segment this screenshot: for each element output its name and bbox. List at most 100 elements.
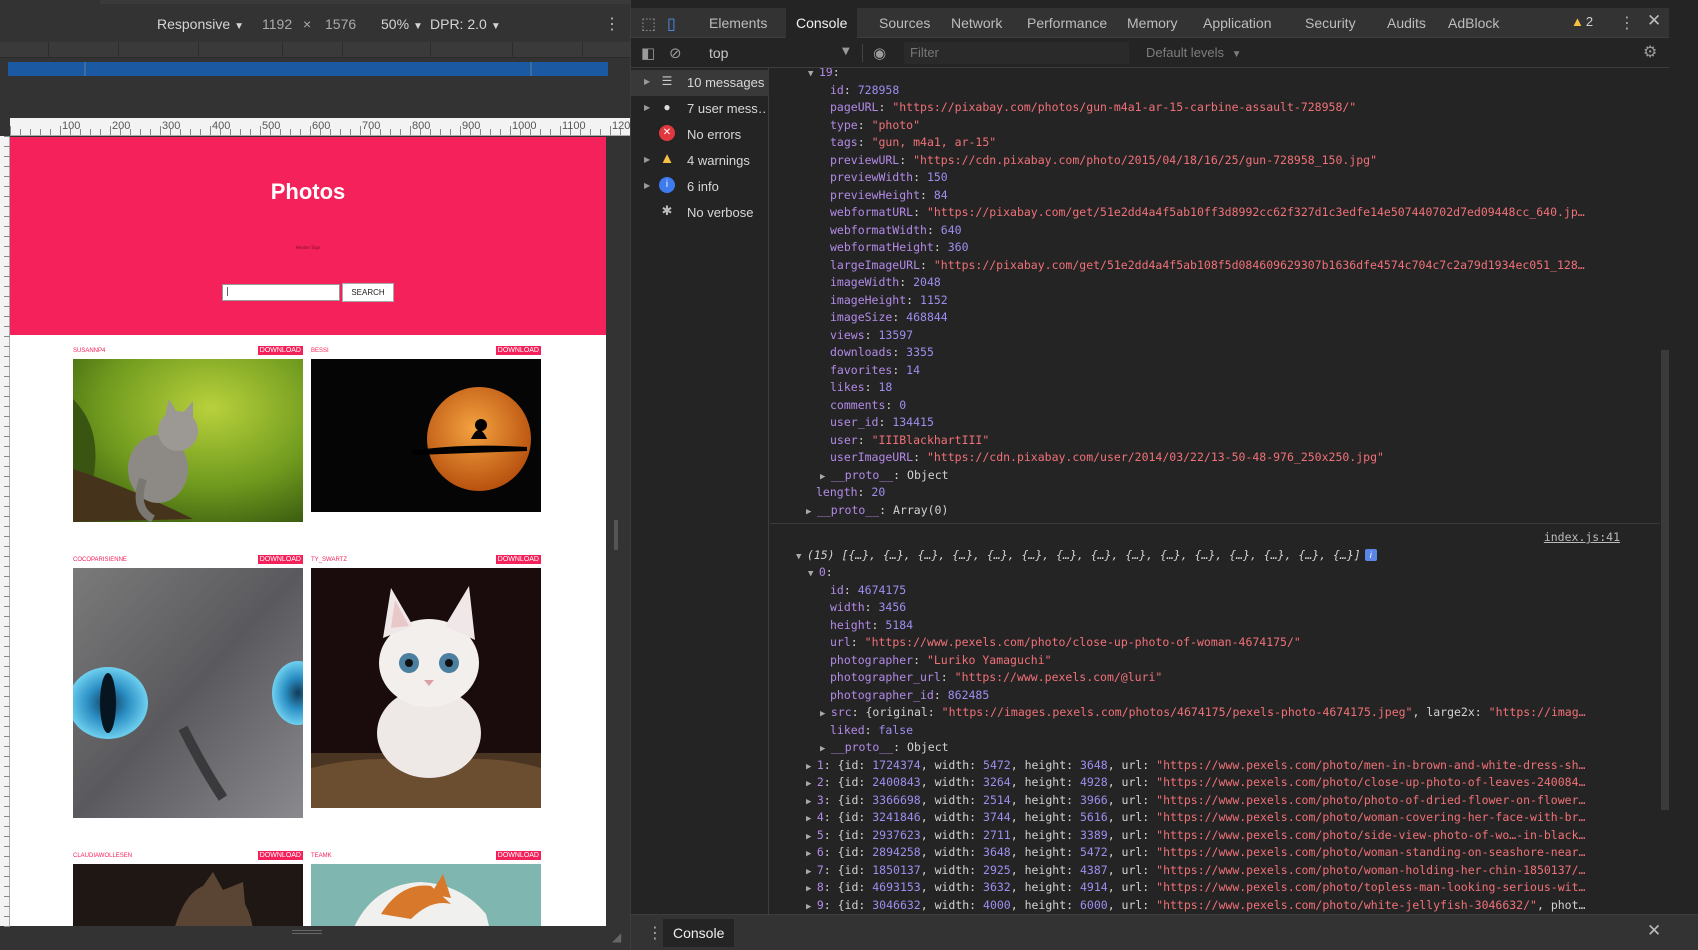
console-property-line[interactable]: ▶ __proto__: Object [770, 467, 1650, 484]
console-property-line[interactable]: user_id: 134415 [770, 414, 1650, 431]
tab-elements[interactable]: Elements [699, 8, 777, 38]
kitten-on-tree-image[interactable] [73, 359, 303, 522]
expand-arrow-icon[interactable]: ▶ [644, 77, 650, 86]
console-property-line[interactable]: imageWidth: 2048 [770, 274, 1650, 291]
console-property-line[interactable]: ▼ 0: [770, 564, 1650, 581]
console-array-item[interactable]: ▶ 6: {id: 2894258, width: 3648, height: … [770, 844, 1650, 861]
expand-arrow-icon[interactable]: ▶ [644, 155, 650, 164]
inspect-element-icon[interactable]: ⬚ [641, 14, 656, 33]
console-property-line[interactable]: ▶ __proto__: Object [770, 739, 1650, 756]
source-link[interactable]: index.js:41 [1544, 529, 1620, 546]
tab-sources[interactable]: Sources [869, 8, 940, 38]
tab-security[interactable]: Security [1295, 8, 1366, 38]
tab-application[interactable]: Application [1193, 8, 1282, 38]
drawer-menu-icon[interactable]: ⋮ [647, 923, 663, 942]
viewport-corner-resize-icon[interactable]: ◢ [612, 930, 621, 944]
dpr-select[interactable]: DPR: 2.0 ▼ [430, 16, 501, 32]
sidebar-item-info[interactable]: ▶ i 6 info [631, 174, 769, 200]
console-array-item[interactable]: ▶ 3: {id: 3366698, width: 2514, height: … [770, 792, 1650, 809]
console-property-line[interactable]: likes: 18 [770, 379, 1650, 396]
device-height-input[interactable]: 1576 [325, 16, 356, 32]
console-property-line[interactable]: imageHeight: 1152 [770, 292, 1650, 309]
warning-counter[interactable]: ▲ 2 [1571, 14, 1593, 29]
sidebar-item-messages[interactable]: ▶ ☰ 10 messages [631, 70, 769, 96]
console-property-line[interactable]: previewWidth: 150 [770, 169, 1650, 186]
download-button[interactable]: DOWNLOAD [495, 346, 541, 355]
tab-console[interactable]: Console [786, 8, 858, 38]
console-property-line[interactable]: photographer: "Luriko Yamaguchi" [770, 652, 1650, 669]
console-property-line[interactable]: views: 13597 [770, 327, 1650, 344]
console-array-item[interactable]: ▶ 2: {id: 2400843, width: 3264, height: … [770, 774, 1650, 791]
photo-author[interactable]: TEAMK [311, 853, 332, 859]
console-property-line[interactable]: pageURL: "https://pixabay.com/photos/gun… [770, 99, 1650, 116]
search-input[interactable]: | [222, 284, 340, 301]
console-property-line[interactable]: liked: false [770, 722, 1650, 739]
console-array-item[interactable]: ▶ 7: {id: 1850137, width: 2925, height: … [770, 862, 1650, 879]
device-mode-select[interactable]: Responsive ▼ [157, 16, 244, 32]
eye-icon[interactable]: ◉ [873, 44, 886, 62]
drawer-tab-console[interactable]: Console [663, 919, 735, 947]
settings-gear-icon[interactable]: ⚙ [1643, 42, 1657, 61]
context-selector[interactable]: top [709, 45, 728, 61]
console-property-line[interactable]: type: "photo" [770, 117, 1650, 134]
console-property-line[interactable]: ▼ 19: [770, 68, 1650, 81]
more-options-icon[interactable]: ⋮ [604, 14, 620, 34]
console-property-line[interactable]: tags: "gun, m4a1, ar-15" [770, 134, 1650, 151]
download-button[interactable]: DOWNLOAD [257, 346, 303, 355]
sidebar-toggle-icon[interactable]: ◧ [641, 44, 655, 62]
console-property-line[interactable]: userImageURL: "https://cdn.pixabay.com/u… [770, 449, 1650, 466]
console-property-line[interactable]: height: 5184 [770, 617, 1650, 634]
close-drawer-icon[interactable]: ✕ [1647, 921, 1661, 941]
media-query-bar-outer[interactable] [0, 42, 630, 58]
media-query-bar[interactable] [8, 62, 608, 76]
console-array-item[interactable]: ▶ 4: {id: 3241846, width: 3744, height: … [770, 809, 1650, 826]
console-property-line[interactable]: webformatURL: "https://pixabay.com/get/5… [770, 204, 1650, 221]
cat-eye-closeup-image[interactable] [73, 568, 303, 818]
photo-author[interactable]: SUSANNP4 [73, 348, 105, 354]
console-property-line[interactable]: ▶ __proto__: Array(0) [770, 502, 1650, 519]
sidebar-item-warnings[interactable]: ▶ ▲ 4 warnings [631, 148, 769, 174]
device-toolbar-toggle-icon[interactable]: ▯ [667, 14, 676, 33]
console-property-line[interactable]: favorites: 14 [770, 362, 1650, 379]
info-badge-icon[interactable]: i [1364, 549, 1377, 561]
tab-audits[interactable]: Audits [1377, 8, 1436, 38]
tab-performance[interactable]: Performance [1017, 8, 1117, 38]
tab-network[interactable]: Network [941, 8, 1012, 38]
console-property-line[interactable]: id: 728958 [770, 82, 1650, 99]
console-property-line[interactable]: previewHeight: 84 [770, 187, 1650, 204]
sidebar-item-user-messages[interactable]: ▶ ● 7 user mess… [631, 96, 769, 122]
console-property-line[interactable]: webformatWidth: 640 [770, 222, 1650, 239]
photo-author[interactable]: COCOPARISIENNE [73, 557, 127, 563]
viewport-height-resize-handle[interactable] [292, 930, 322, 934]
console-property-line[interactable]: downloads: 3355 [770, 344, 1650, 361]
log-levels-select[interactable]: Default levels ▼ [1146, 45, 1242, 60]
dark-cat-image[interactable] [73, 864, 303, 926]
customize-menu-icon[interactable]: ⋮ [1619, 13, 1635, 32]
console-array-item[interactable]: ▶ 8: {id: 4693153, width: 3632, height: … [770, 879, 1650, 896]
console-property-line[interactable]: photographer_id: 862485 [770, 687, 1650, 704]
console-property-line[interactable]: user: "IIIBlackhartIII" [770, 432, 1650, 449]
console-property-line[interactable]: previewURL: "https://cdn.pixabay.com/pho… [770, 152, 1650, 169]
ginger-cat-image[interactable] [311, 864, 541, 926]
photo-author[interactable]: TY_SWARTZ [311, 557, 347, 563]
pane-splitter-grip[interactable] [614, 520, 618, 550]
download-button[interactable]: DOWNLOAD [495, 555, 541, 564]
console-message-header[interactable]: ▼ (15) [{…}, {…}, {…}, {…}, {…}, {…}, {…… [770, 547, 1650, 564]
console-scrollbar[interactable] [1661, 350, 1669, 810]
download-button[interactable]: DOWNLOAD [257, 851, 303, 860]
console-property-line[interactable]: comments: 0 [770, 397, 1650, 414]
console-property-line[interactable]: width: 3456 [770, 599, 1650, 616]
cat-moon-silhouette-image[interactable] [311, 359, 541, 512]
tab-adblock[interactable]: AdBlock [1438, 8, 1509, 38]
console-property-line[interactable]: length: 20 [770, 484, 1650, 501]
close-devtools-icon[interactable]: ✕ [1647, 11, 1661, 31]
expand-arrow-icon[interactable]: ▶ [644, 103, 650, 112]
sidebar-item-errors[interactable]: ✕ No errors [631, 122, 769, 148]
search-button[interactable]: SEARCH [342, 283, 394, 302]
device-width-input[interactable]: 1192 [262, 16, 292, 32]
console-array-item[interactable]: ▶ 5: {id: 2937623, width: 2711, height: … [770, 827, 1650, 844]
console-property-line[interactable]: id: 4674175 [770, 582, 1650, 599]
tab-memory[interactable]: Memory [1117, 8, 1188, 38]
console-array-item[interactable]: ▶ 1: {id: 1724374, width: 5472, height: … [770, 757, 1650, 774]
sidebar-item-verbose[interactable]: ✱ No verbose [631, 200, 769, 226]
